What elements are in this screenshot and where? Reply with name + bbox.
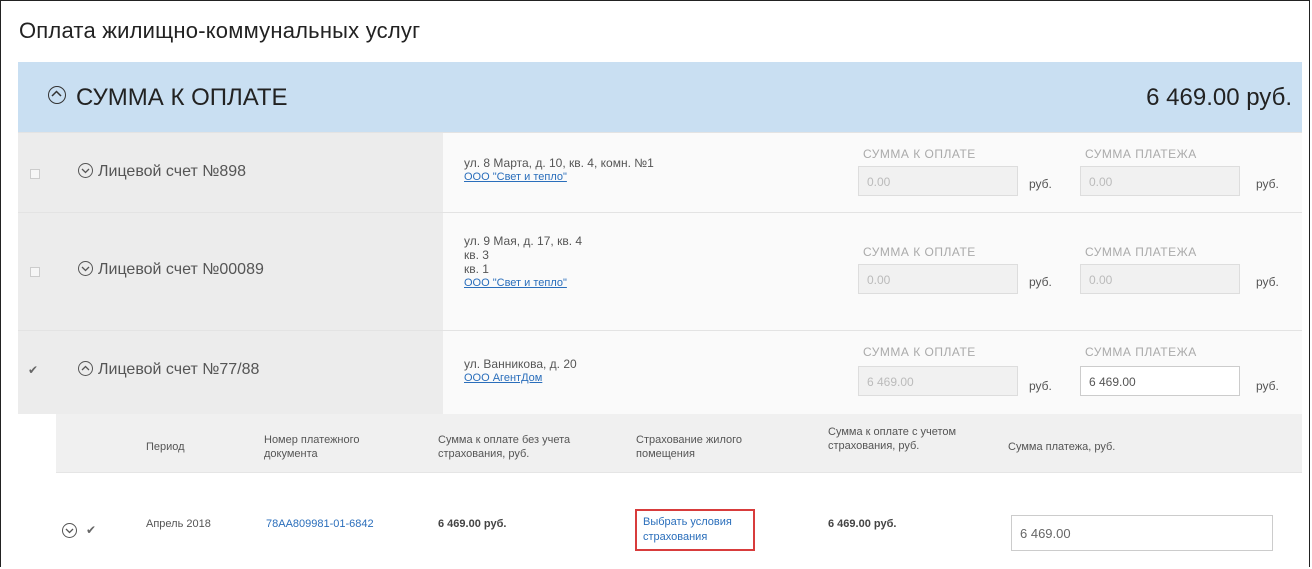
account-row: ✔ Лицевой счет №77/88 ул. Ванникова, д. …	[18, 330, 1302, 415]
doc-number-link[interactable]: 78АА809981-01-6842	[266, 518, 374, 530]
summary-amount: 6 469.00 руб.	[1146, 84, 1292, 111]
col-period: Период	[146, 441, 185, 453]
currency-label: руб.	[1256, 379, 1279, 393]
due-label: СУММА К ОПЛАТЕ	[863, 345, 976, 359]
pay-label: СУММА ПЛАТЕЖА	[1085, 245, 1197, 259]
collapse-icon[interactable]	[48, 86, 66, 104]
pay-amount-field: 0.00	[1080, 166, 1240, 196]
currency-label: руб.	[1029, 275, 1052, 289]
pay-label: СУММА ПЛАТЕЖА	[1085, 147, 1197, 161]
account-label: Лицевой счет №77/88	[98, 361, 260, 378]
account-address: ул. 9 Мая, д. 17, кв. 4 кв. 3 кв. 1 ООО …	[464, 234, 583, 290]
currency-label: руб.	[1256, 177, 1279, 191]
due-amount-field: 6 469.00	[858, 366, 1018, 396]
col-due-with-insurance: Сумма к оплате с учетом страхования, руб…	[828, 426, 957, 452]
payment-panel: СУММА К ОПЛАТЕ 6 469.00 руб. Лицевой сче…	[18, 62, 1302, 415]
insurance-link[interactable]: Выбрать условия страхования	[635, 509, 755, 551]
account-toggle[interactable]: Лицевой счет №00089	[78, 261, 264, 279]
account-row: Лицевой счет №898 ул. 8 Марта, д. 10, кв…	[18, 132, 1302, 213]
col-payment: Сумма платежа, руб.	[1008, 441, 1116, 453]
currency-label: руб.	[1029, 177, 1052, 191]
col-due-without-insurance: Сумма к оплате без учета страхования, ру…	[438, 434, 571, 460]
org-link[interactable]: ООО "Свет и тепло"	[464, 276, 582, 290]
account-checkbox-checked[interactable]: ✔	[28, 364, 38, 376]
detail-table: Период Номер платежного документа Сумма …	[18, 414, 1302, 567]
pay-amount-input[interactable]: 6 469.00	[1080, 366, 1240, 396]
account-label: Лицевой счет №00089	[98, 261, 264, 278]
col-doc-number: Номер платежного документа	[264, 434, 360, 460]
pay-amount-field: 0.00	[1080, 264, 1240, 294]
due-amount-field: 0.00	[858, 166, 1018, 196]
account-toggle[interactable]: Лицевой счет №898	[78, 163, 246, 181]
account-address: ул. 8 Марта, д. 10, кв. 4, комн. №1 ООО …	[464, 156, 654, 184]
period-checkbox-checked[interactable]: ✔	[86, 524, 96, 536]
summary-header[interactable]: СУММА К ОПЛАТЕ 6 469.00 руб.	[18, 62, 1302, 132]
chevron-up-icon	[78, 361, 93, 376]
currency-label: руб.	[1029, 379, 1052, 393]
currency-label: руб.	[1256, 275, 1279, 289]
account-address: ул. Ванникова, д. 20 ООО АгентДом	[464, 357, 577, 385]
page-title: Оплата жилищно-коммунальных услуг	[19, 18, 421, 43]
account-label: Лицевой счет №898	[98, 163, 247, 180]
account-toggle[interactable]: Лицевой счет №77/88	[78, 361, 259, 379]
chevron-down-icon	[78, 163, 93, 178]
period-value: Апрель 2018	[146, 518, 211, 530]
summary-label: СУММА К ОПЛАТЕ	[76, 84, 288, 111]
org-link[interactable]: ООО АгентДом	[464, 371, 577, 385]
due-with-insurance: 6 469.00 руб.	[828, 518, 897, 530]
payment-input[interactable]: 6 469.00	[1011, 515, 1273, 551]
due-label: СУММА К ОПЛАТЕ	[863, 147, 976, 161]
chevron-down-icon[interactable]	[62, 523, 77, 538]
account-checkbox[interactable]	[30, 267, 40, 277]
pay-label: СУММА ПЛАТЕЖА	[1085, 345, 1197, 359]
col-insurance: Страхование жилого помещения	[636, 434, 742, 460]
due-amount-field: 0.00	[858, 264, 1018, 294]
due-label: СУММА К ОПЛАТЕ	[863, 245, 976, 259]
chevron-down-icon	[78, 261, 93, 276]
account-checkbox[interactable]	[30, 169, 40, 179]
account-row: Лицевой счет №00089 ул. 9 Мая, д. 17, кв…	[18, 212, 1302, 331]
org-link[interactable]: ООО "Свет и тепло"	[464, 170, 654, 184]
due-without-insurance: 6 469.00 руб.	[438, 518, 507, 530]
